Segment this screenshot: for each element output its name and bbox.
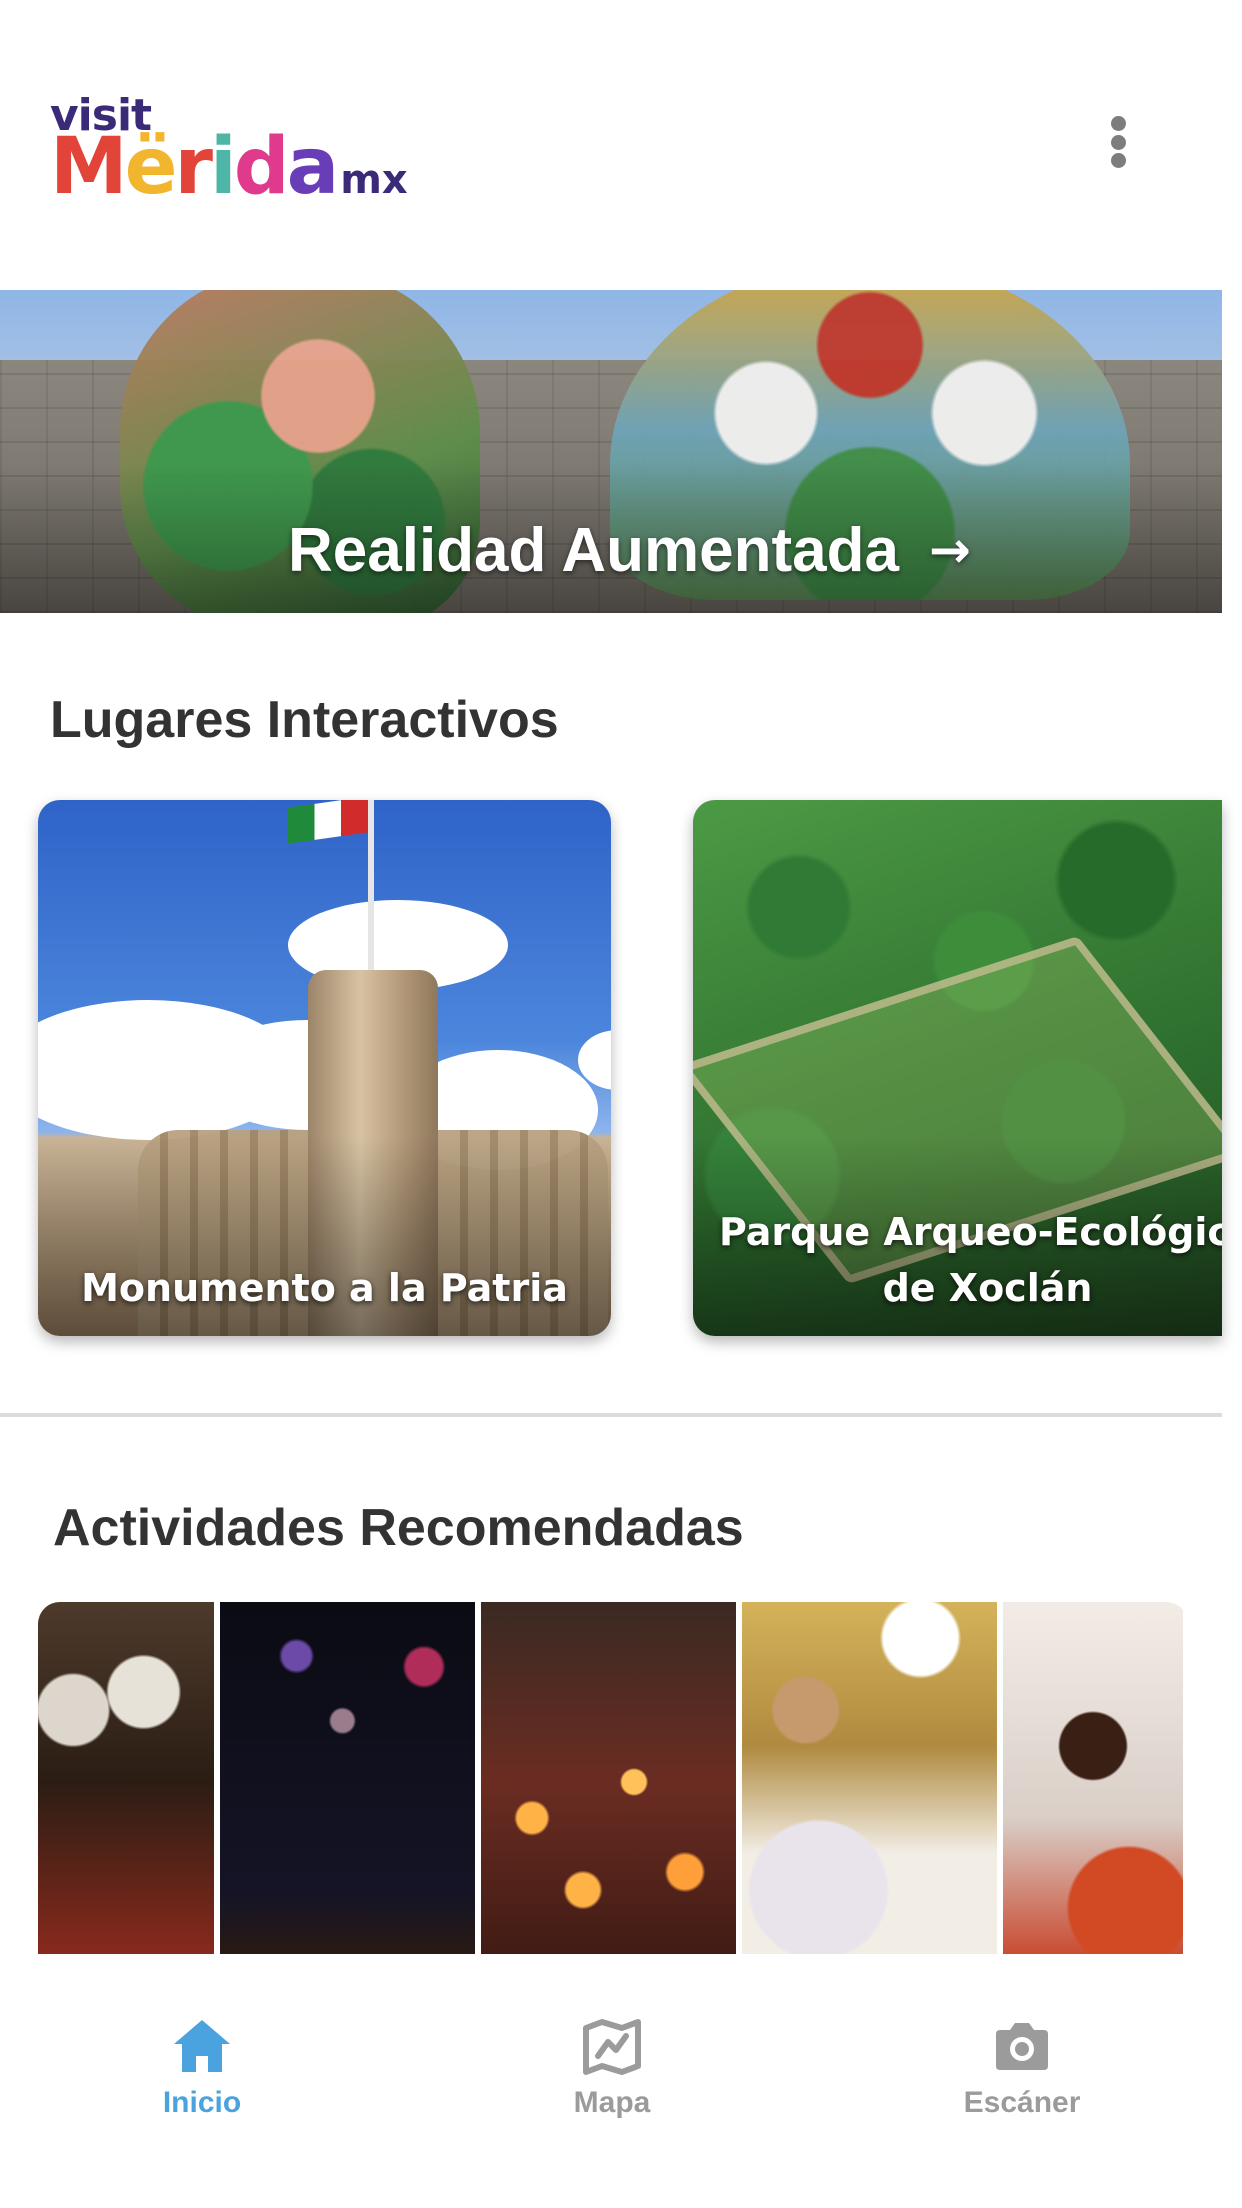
arrow-right-icon: → xyxy=(928,521,971,579)
activities-section-title: Actividades Recomendadas xyxy=(53,1499,744,1557)
activity-image-procession xyxy=(481,1602,736,1962)
activity-image-cuisine xyxy=(1003,1602,1183,1962)
logo-wordmark: M ë r i d a mx xyxy=(50,122,408,212)
activity-image-voladores xyxy=(220,1602,475,1962)
activity-image-day-of-dead xyxy=(38,1602,214,1962)
place-card-xoclan[interactable]: Parque Arqueo-Ecológico de Xoclán xyxy=(693,800,1222,1336)
nav-label: Escáner xyxy=(963,2086,1081,2119)
mexico-flag xyxy=(288,800,368,844)
bottom-navigation: Inicio Mapa Escáner xyxy=(0,1954,1242,2208)
nav-label: Inicio xyxy=(162,2086,242,2119)
logo-letter: a xyxy=(286,122,340,212)
logo-letter: M xyxy=(50,122,128,212)
places-section-title: Lugares Interactivos xyxy=(50,691,559,749)
augmented-reality-banner[interactable]: Realidad Aumentada → xyxy=(0,290,1222,613)
header: visit M ë r i d a mx xyxy=(0,0,1242,290)
home-icon xyxy=(174,2020,230,2072)
logo-letter: i xyxy=(210,122,237,212)
banner-label: Realidad Aumentada xyxy=(288,515,899,585)
place-card-caption: Parque Arqueo-Ecológico de Xoclán xyxy=(718,1210,1222,1310)
logo-letter: d xyxy=(233,122,290,212)
place-card-caption: Monumento a la Patria xyxy=(81,1266,568,1310)
logo-letter: r xyxy=(174,122,214,212)
logo-mx-text: mx xyxy=(340,157,408,203)
more-vertical-icon[interactable] xyxy=(1100,112,1136,172)
app-screen: visit M ë r i d a mx Realidad Aumentada … xyxy=(0,0,1242,2208)
nav-tab-escaner[interactable]: Escáner xyxy=(902,1954,1142,2154)
place-card-monumento[interactable]: Monumento a la Patria xyxy=(38,800,611,1336)
nav-tab-mapa[interactable]: Mapa xyxy=(492,1954,732,2154)
activity-image-jarana-dance xyxy=(742,1602,997,1962)
section-divider xyxy=(0,1413,1222,1417)
nav-label: Mapa xyxy=(573,2086,651,2119)
activities-banner[interactable] xyxy=(38,1602,1188,1962)
camera-icon xyxy=(996,2023,1048,2070)
visit-merida-logo: visit M ë r i d a mx xyxy=(50,94,408,212)
banner-title: Realidad Aumentada → xyxy=(288,515,971,585)
map-icon xyxy=(583,2019,641,2075)
logo-letter: ë xyxy=(124,122,178,212)
nav-tab-inicio[interactable]: Inicio xyxy=(82,1954,322,2154)
